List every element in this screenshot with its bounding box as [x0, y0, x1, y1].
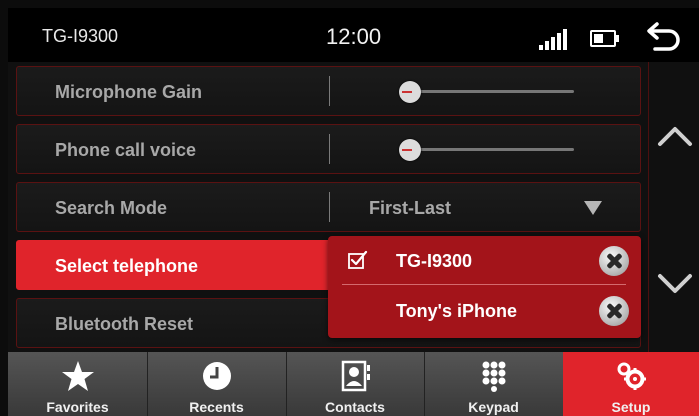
scroll-controls: [648, 62, 699, 358]
divider: [329, 76, 330, 106]
clock-icon: [202, 362, 231, 390]
device-name: TG-I9300: [42, 26, 119, 46]
nav-setup[interactable]: Setup: [563, 352, 699, 416]
phone-call-voice-slider-track[interactable]: [404, 148, 574, 151]
nav-label: Setup: [611, 399, 651, 415]
nav-label: Keypad: [468, 399, 519, 415]
setting-label: Phone call voice: [55, 140, 197, 160]
setting-label: Search Mode: [55, 198, 168, 218]
divider: [329, 192, 330, 222]
nav-label: Contacts: [325, 399, 385, 415]
setting-label: Microphone Gain: [55, 82, 203, 102]
nav-label: Recents: [189, 399, 244, 415]
phone-call-voice-row[interactable]: Phone call voice: [16, 124, 641, 174]
dropdown-arrow-icon[interactable]: [584, 201, 602, 215]
nav-keypad[interactable]: Keypad: [424, 352, 564, 416]
divider: [329, 134, 330, 164]
phone-name: TG-I9300: [396, 251, 473, 271]
phone-name: Tony's iPhone: [396, 301, 517, 321]
setting-label: Select telephone: [55, 256, 199, 276]
back-button[interactable]: [645, 20, 685, 52]
remove-phone-button[interactable]: [599, 296, 629, 326]
phone-call-voice-slider-knob[interactable]: [399, 139, 421, 161]
nav-contacts[interactable]: Contacts: [286, 352, 425, 416]
contact-book-icon: [341, 360, 370, 392]
setting-label: Bluetooth Reset: [55, 314, 194, 334]
battery-icon: [590, 30, 619, 47]
scroll-down-chevron-icon[interactable]: [657, 272, 693, 296]
phone-item[interactable]: TG-I9300: [328, 236, 641, 284]
telephone-select-popup: TG-I9300 Tony's iPhone: [328, 236, 641, 338]
checkmark-icon: [348, 250, 368, 269]
keypad-icon: [482, 361, 505, 392]
phone-settings-screen: TG-I9300 12:00 Microphone Gain Phone cal…: [8, 8, 699, 416]
popup-divider: [342, 284, 626, 285]
microphone-gain-slider-knob[interactable]: [399, 81, 421, 103]
remove-phone-button[interactable]: [599, 246, 629, 276]
nav-recents[interactable]: Recents: [147, 352, 287, 416]
clock: 12:00: [326, 24, 382, 49]
nav-favorites[interactable]: Favorites: [8, 352, 148, 416]
scroll-up-chevron-icon[interactable]: [657, 124, 693, 148]
phone-item[interactable]: Tony's iPhone: [328, 286, 641, 334]
search-mode-value: First-Last: [369, 198, 452, 218]
search-mode-row[interactable]: Search Mode First-Last: [16, 182, 641, 232]
bottom-nav: Favorites Recents Contacts Keypad Setup: [8, 352, 699, 416]
status-bar: TG-I9300 12:00: [8, 8, 699, 62]
microphone-gain-row[interactable]: Microphone Gain: [16, 66, 641, 116]
signal-strength-icon: [539, 28, 573, 50]
nav-label: Favorites: [46, 399, 109, 415]
microphone-gain-slider-track[interactable]: [404, 90, 574, 93]
gears-icon: [617, 362, 646, 390]
back-arrow-icon: [647, 22, 680, 51]
star-icon: [61, 361, 94, 391]
